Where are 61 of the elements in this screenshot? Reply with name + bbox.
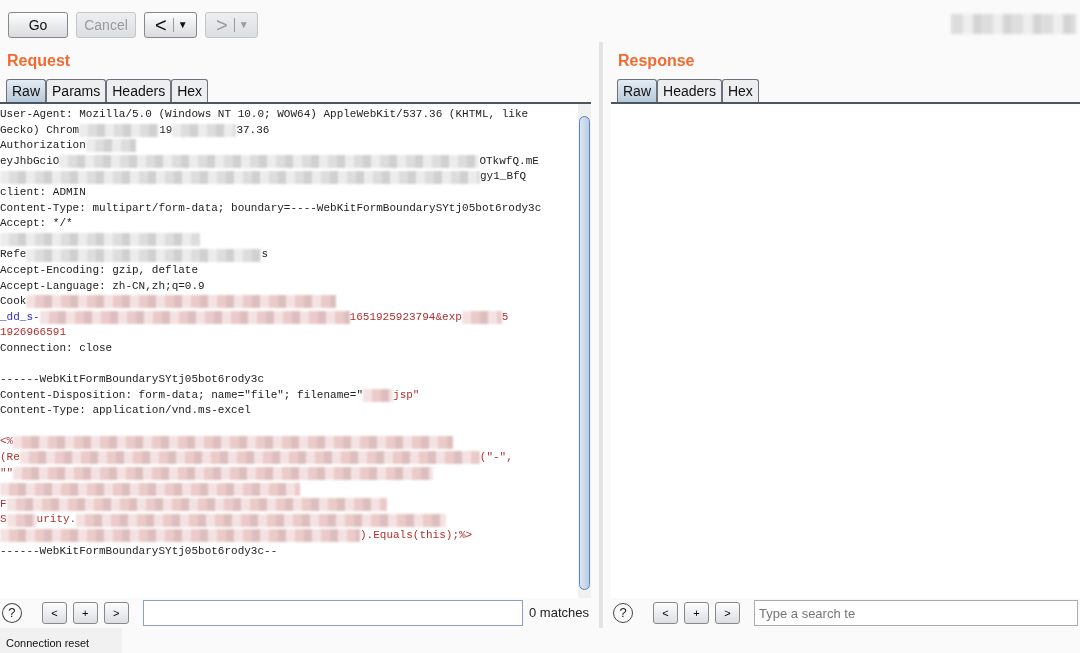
redaction-mark <box>85 139 136 153</box>
back-button[interactable]: < ▼ <box>144 12 197 38</box>
redaction-mark <box>461 311 502 324</box>
code-text: Connection: close <box>0 340 113 356</box>
search-field[interactable] <box>142 600 524 626</box>
code-text: Content-Type: multipart/form-data; boundary=----WebKitFormBoundarySYtj05bot6rody3c <box>0 200 542 216</box>
code-text: Cook <box>0 294 27 310</box>
code-text: eyJhbGciO <box>0 153 60 169</box>
code-text: 19 <box>159 122 173 138</box>
tab[interactable]: Raw <box>617 79 657 102</box>
add-button[interactable]: + <box>684 602 709 624</box>
code-text: "" <box>0 465 14 481</box>
code-text: jsp" <box>393 387 420 403</box>
code-text: s <box>261 247 268 263</box>
previous-button[interactable]: < <box>653 602 678 624</box>
code-text: F <box>0 496 7 512</box>
scrollbar-thumb[interactable] <box>579 116 590 590</box>
redaction-mark <box>172 123 237 137</box>
code-text: 1651925923794&exp <box>349 309 462 325</box>
code-text: ------WebKitFormBoundarySYtj05bot6rody3c <box>0 372 265 388</box>
code-text: S <box>0 512 7 528</box>
code-text: Content-Disposition: form-data; name="file"; filename=" <box>0 387 364 403</box>
code-text: Content-Type: application/vnd.ms-excel <box>0 403 251 419</box>
redaction-mark <box>363 389 394 402</box>
code-text: (Re <box>0 450 20 466</box>
code-text: Accept-Encoding: gzip, deflate <box>0 262 199 278</box>
code-text: ------WebKitFormBoundarySYtj05bot6rody3c-- <box>0 543 278 559</box>
tab[interactable]: Raw <box>6 79 46 102</box>
panel-title: Request <box>6 51 72 71</box>
tab[interactable]: Hex <box>171 79 209 102</box>
code-text: 1926966591 <box>0 325 66 341</box>
code-text: urity. <box>36 512 77 528</box>
code-text: ).Equals(this);%> <box>360 528 473 544</box>
code-text: OTkwfQ.mE <box>479 153 539 169</box>
code-text: 37.36 <box>236 122 270 138</box>
code-text: gy1_BfQ <box>480 169 527 185</box>
match-count: 0 matches <box>529 604 589 623</box>
code-text: client: ADMIN <box>0 184 86 200</box>
code-text: User-Agent: Mozilla/5.0 (Windows NT 10.0; WOW64) AppleWebKit/537.36 (KHTML, like <box>0 107 529 122</box>
next-button[interactable]: > <box>103 602 129 624</box>
code-text: Refe <box>0 247 27 263</box>
tab[interactable]: Headers <box>106 79 172 102</box>
code-text: _dd_s- <box>0 309 40 325</box>
request-editor[interactable] <box>0 104 591 598</box>
tab[interactable]: Params <box>46 79 107 102</box>
code-text: Authorization <box>0 138 86 154</box>
next-button[interactable]: > <box>715 602 740 624</box>
tab[interactable]: Headers <box>657 79 722 102</box>
code-text: Gecko) Chrom <box>0 122 80 138</box>
add-button[interactable]: + <box>72 602 98 624</box>
code-text: <% <box>0 434 14 450</box>
go-button[interactable]: Go <box>8 12 68 38</box>
status-text: Connection reset <box>0 628 122 653</box>
code-text: Accept-Language: zh-CN,zh;q=0.9 <box>0 278 205 294</box>
code-text: 5 <box>501 309 509 325</box>
search-field[interactable]: Type a search te <box>754 600 1078 626</box>
tab[interactable]: Hex <box>721 79 759 102</box>
code-text: Accept: */* <box>0 216 73 232</box>
code-text: ("-", <box>479 450 513 466</box>
previous-button[interactable]: < <box>41 602 67 624</box>
panel-title: Response <box>617 51 696 71</box>
